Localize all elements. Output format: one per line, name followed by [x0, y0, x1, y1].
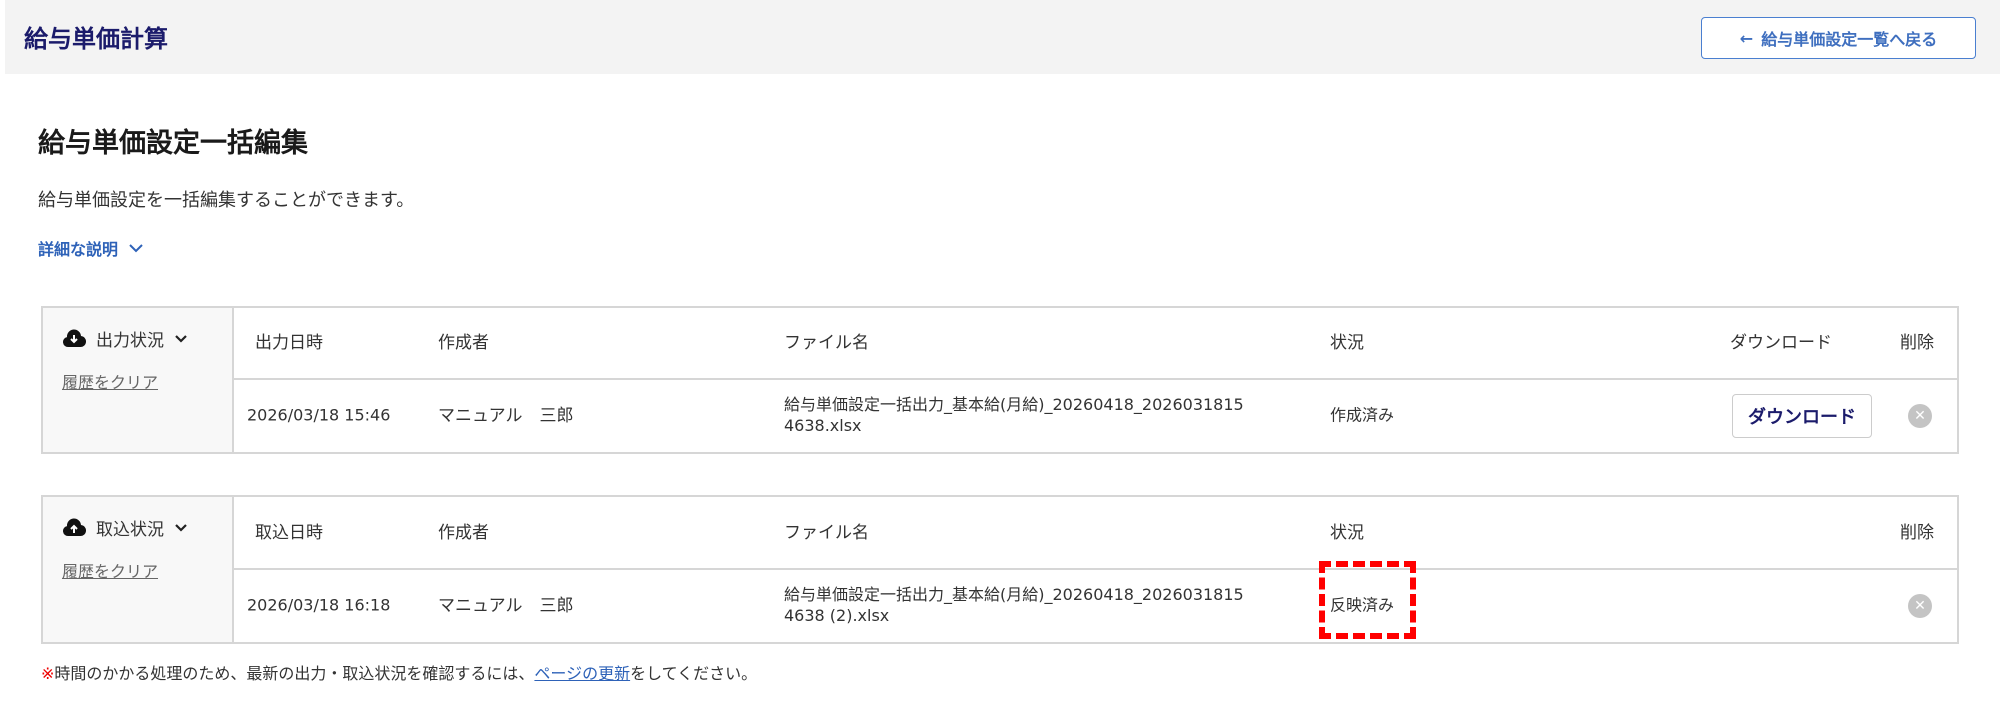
- export-clear-history-link[interactable]: 履歴をクリア: [62, 369, 232, 393]
- delete-icon[interactable]: ✕: [1908, 594, 1932, 618]
- status: 作成済み: [1330, 405, 1395, 425]
- status: 反映済み: [1330, 595, 1395, 615]
- page-description: 給与単価設定を一括編集することができます。: [38, 190, 415, 211]
- import-status-panel: 取込状況 履歴をクリア 取込日時 作成者 ファイル名 状況 削除 2026/03…: [41, 495, 1959, 644]
- col-header: 削除: [1900, 522, 1934, 543]
- col-header: 状況: [1330, 522, 1364, 543]
- page-title: 給与単価設定一括編集: [38, 128, 308, 159]
- export-side: 出力状況 履歴をクリア: [43, 308, 234, 452]
- table-header: 出力日時 作成者 ファイル名 状況 ダウンロード 削除: [234, 308, 1957, 380]
- table-header: 取込日時 作成者 ファイル名 状況 削除: [234, 497, 1957, 570]
- author: マニュアル 三郎: [438, 595, 574, 616]
- chevron-down-icon: [175, 334, 187, 343]
- col-header: 削除: [1900, 332, 1934, 353]
- table-row: 2026/03/18 16:18 マニュアル 三郎 給与単価設定一括出力_基本給…: [234, 570, 1957, 642]
- cloud-upload-icon: [63, 518, 86, 536]
- chevron-down-icon: [175, 523, 187, 532]
- import-clear-history-link[interactable]: 履歴をクリア: [62, 558, 232, 582]
- details-label: 詳細な説明: [38, 240, 119, 259]
- col-header: 作成者: [438, 522, 489, 543]
- note-text: 時間のかかる処理のため、最新の出力・取込状況を確認するには、: [54, 664, 535, 683]
- author: マニュアル 三郎: [438, 405, 574, 426]
- cloud-download-icon: [63, 329, 86, 347]
- import-toggle[interactable]: 取込状況: [62, 515, 232, 540]
- import-title: 取込状況: [96, 520, 164, 540]
- back-to-list-button[interactable]: ← 給与単価設定一覧へ戻る: [1701, 17, 1976, 59]
- page-refresh-link[interactable]: ページの更新: [534, 664, 630, 683]
- note-text: をしてください。: [630, 664, 758, 683]
- col-header: 作成者: [438, 332, 489, 353]
- col-header: 出力日時: [255, 332, 323, 353]
- file-name: 給与単価設定一括出力_基本給(月給)_20260418_2026031815 46…: [784, 395, 1244, 435]
- export-title: 出力状況: [96, 331, 164, 351]
- file-name: 給与単価設定一括出力_基本給(月給)_20260418_2026031815 46…: [784, 585, 1244, 625]
- export-status-panel: 出力状況 履歴をクリア 出力日時 作成者 ファイル名 状況 ダウンロード 削除 …: [41, 306, 1959, 454]
- datetime: 2026/03/18 15:46: [247, 405, 391, 425]
- col-header: ファイル名: [784, 332, 869, 353]
- details-toggle[interactable]: 詳細な説明: [38, 236, 144, 260]
- download-button[interactable]: ダウンロード: [1732, 394, 1872, 438]
- delete-icon[interactable]: ✕: [1908, 404, 1932, 428]
- arrow-left-icon: ←: [1739, 28, 1754, 48]
- back-label: 給与単価設定一覧へ戻る: [1761, 30, 1938, 49]
- datetime: 2026/03/18 16:18: [247, 595, 391, 615]
- app-title: 給与単価計算: [24, 25, 168, 53]
- export-toggle[interactable]: 出力状況: [62, 326, 232, 351]
- note-mark: ※: [41, 664, 55, 683]
- refresh-note: ※時間のかかる処理のため、最新の出力・取込状況を確認するには、ページの更新をして…: [41, 660, 757, 684]
- col-header: ファイル名: [784, 522, 869, 543]
- col-header: ダウンロード: [1730, 332, 1832, 353]
- table-row: 2026/03/18 15:46 マニュアル 三郎 給与単価設定一括出力_基本給…: [234, 380, 1957, 452]
- chevron-down-icon: [129, 244, 143, 253]
- col-header: 取込日時: [255, 522, 323, 543]
- app-header: 給与単価計算 ← 給与単価設定一覧へ戻る: [5, 0, 2000, 74]
- import-side: 取込状況 履歴をクリア: [43, 497, 234, 642]
- col-header: 状況: [1330, 332, 1364, 353]
